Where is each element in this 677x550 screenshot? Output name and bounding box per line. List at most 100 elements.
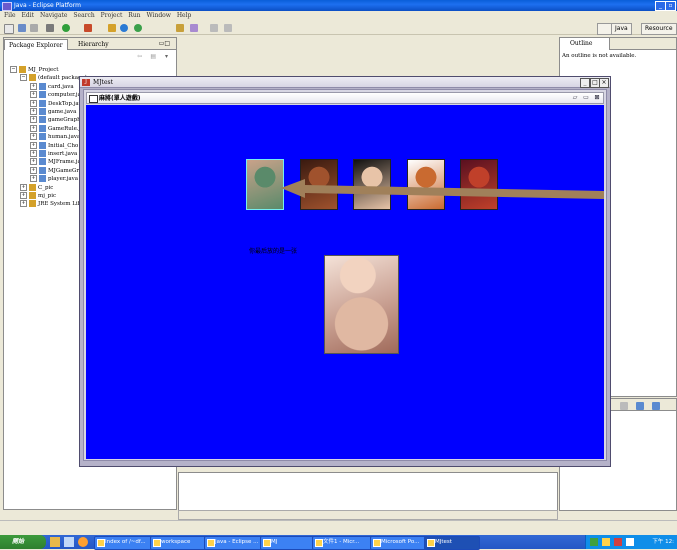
perspective-switcher: Java Resource [597,21,677,35]
clock[interactable]: 下午 12: [652,535,674,549]
java-file-icon [39,141,46,149]
new-interface-icon[interactable] [134,24,142,32]
new-package-icon[interactable] [108,24,116,32]
tree-item-label: MJGameGr [48,167,80,174]
perspective-java[interactable]: Java [611,23,632,35]
collapse-all-icon[interactable]: ▤ [146,51,160,62]
expand-icon[interactable]: + [30,150,37,157]
perspective-resource[interactable]: Resource [641,23,677,35]
expand-icon[interactable]: + [30,158,37,166]
mjtest-minimize-button[interactable]: _ [580,78,590,88]
mjtest-content: 麻將(單人遊戲) ▱ ▭ ⊠ 你最后放的是一张 [83,89,607,461]
java-file-icon [39,108,46,115]
internal-frame-title-bar: 麻將(單人遊戲) ▱ ▭ ⊠ [86,92,604,104]
expand-icon[interactable]: + [20,183,27,191]
expand-icon[interactable]: + [30,108,37,115]
menu-search[interactable]: Search [73,11,94,21]
mjtest-close-button[interactable]: × [599,78,609,88]
new-icon[interactable] [4,24,14,34]
status-bar [0,520,677,535]
forward-icon[interactable] [224,24,232,32]
tree-item-label: player.java [48,176,79,183]
search-icon[interactable] [190,24,198,32]
back-icon[interactable]: ⇦ [133,51,146,62]
quicklaunch-ie-icon[interactable] [50,537,60,547]
expand-icon[interactable]: + [30,91,37,99]
frame-maximize-button[interactable]: ▭ [582,94,590,102]
frame-iconify-button[interactable]: ▱ [571,94,579,102]
menu-navigate[interactable]: Navigate [40,11,68,21]
expand-icon[interactable]: + [30,99,37,107]
expand-icon[interactable]: + [30,116,37,124]
tab-outline[interactable]: Outline [560,38,610,50]
pin-icon[interactable] [636,402,644,410]
package-icon [19,66,26,73]
expand-icon[interactable]: + [20,200,27,208]
task-app-icon [97,539,105,547]
game-board[interactable]: 你最后放的是一张 [86,105,604,459]
menu-window[interactable]: Window [146,11,170,21]
tray-network-icon[interactable] [590,538,598,546]
view-menu-icon[interactable]: ▾ [161,51,172,62]
last-played-card [324,255,399,354]
run-icon[interactable] [62,24,70,32]
java-icon: J [82,79,90,86]
menu-file[interactable]: File [4,11,16,21]
mjtest-window: J MJtest _ □ × 麻將(單人遊戲) ▱ ▭ ⊠ 你最后放的是一张 [79,76,611,467]
java-file-icon [39,124,46,132]
menu-help[interactable]: Help [177,11,192,21]
external-tools-icon[interactable] [84,24,92,32]
taskbar-button-label: 文件1 - Micr... [323,539,360,545]
eclipse-title-bar: Java - Eclipse Platform _ ▫ [0,0,677,11]
tree-item-label: mj_pic [38,193,57,199]
tree-item-label: card.java [48,83,74,90]
print-icon[interactable] [30,24,38,32]
tray-volume-icon[interactable] [626,538,634,546]
package-explorer-tabs: Package Explorer Hierarchy ▭□ [4,38,176,51]
horizontal-scrollbar[interactable] [178,510,558,520]
card-image [247,160,283,209]
start-button[interactable]: 開始 [0,535,46,549]
java-file-icon [39,133,46,141]
menu-run[interactable]: Run [128,11,140,21]
menu-edit[interactable]: Edit [21,11,34,21]
tab-hierarchy[interactable]: Hierarchy [74,39,113,50]
new-class-icon[interactable] [120,24,128,32]
pointer-arrow [281,179,604,199]
taskbar-button[interactable]: MJtest [424,536,480,550]
tray-security-icon[interactable] [614,538,622,546]
view-menu-icon[interactable] [652,402,660,410]
expand-icon[interactable]: + [30,175,37,183]
open-type-icon[interactable] [176,24,184,32]
maximize-button[interactable]: ▫ [665,1,676,11]
hand-card[interactable] [246,159,284,210]
expand-icon[interactable]: + [30,82,37,90]
menu-bar: File Edit Navigate Search Project Run Wi… [0,11,677,21]
java-file-icon [39,166,46,174]
tree-item-label: insert.java [48,151,78,157]
menu-project[interactable]: Project [101,11,123,21]
system-tray: 下午 12: [585,535,677,549]
filter-icon[interactable] [620,402,628,410]
tray-ime-icon[interactable] [602,538,610,546]
expand-icon[interactable]: + [30,124,37,132]
view-menu-icon[interactable]: ▭□ [155,38,174,49]
eclipse-app-icon [2,2,12,11]
tree-item-label: MJ_Project [28,67,59,73]
taskbar-button-label: MJtest [435,539,452,545]
save-icon[interactable] [18,24,26,32]
quicklaunch-desktop-icon[interactable] [64,537,74,547]
expand-icon[interactable]: + [20,192,27,199]
frame-close-button[interactable]: ⊠ [593,94,601,102]
collapse-icon[interactable]: − [20,74,27,82]
taskbar-button-label: MJ [271,539,278,545]
back-icon[interactable] [210,24,218,32]
collapse-icon[interactable]: − [10,66,17,73]
quicklaunch-media-icon[interactable] [78,537,88,547]
expand-icon[interactable]: + [30,141,37,149]
tree-item-label: gameGraph [48,117,81,124]
expand-icon[interactable]: + [30,166,37,174]
expand-icon[interactable]: + [30,133,37,141]
tree-item-label: game.java [48,109,77,115]
debug-icon[interactable] [46,24,54,32]
